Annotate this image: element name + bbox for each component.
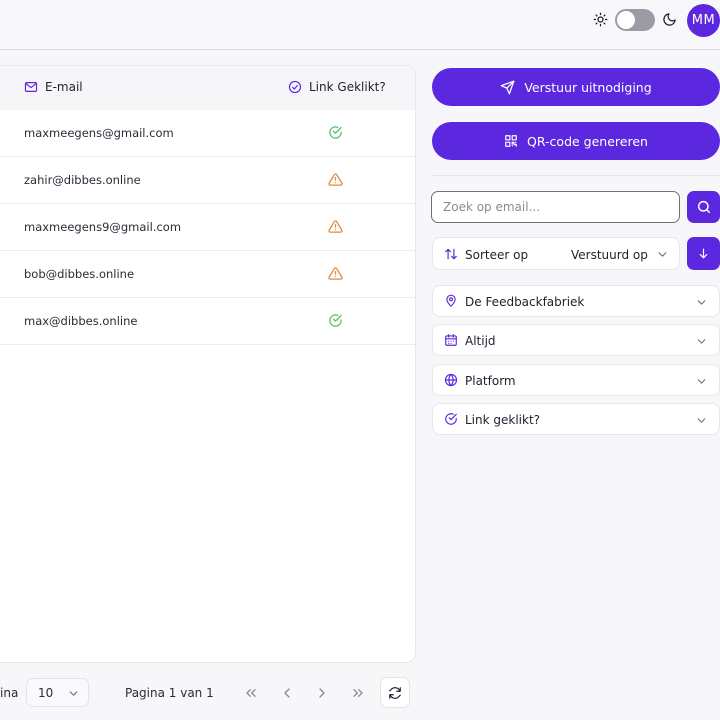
- table-header: E-mail Link Geklikt?: [0, 66, 415, 110]
- check-circle-icon: [288, 80, 302, 94]
- rows-per-page-value: 10: [38, 686, 54, 700]
- column-header-email-label: E-mail: [45, 80, 83, 94]
- map-pin-icon: [444, 294, 458, 308]
- search-button[interactable]: [687, 191, 720, 223]
- chevron-down-icon: [695, 335, 708, 348]
- qr-code-label: QR-code genereren: [527, 133, 648, 149]
- table-row: zahir@dibbes.online: [0, 157, 415, 204]
- email-cell: bob@dibbes.online: [24, 267, 135, 281]
- chevrons-left-icon: [243, 685, 259, 701]
- arrow-down-icon: [697, 247, 710, 260]
- email-cell: max@dibbes.online: [24, 314, 138, 328]
- globe-icon: [444, 373, 458, 387]
- calendar-icon: [444, 333, 458, 347]
- table-row: max@dibbes.online: [0, 298, 415, 345]
- rows-per-page-select[interactable]: 10: [26, 678, 89, 707]
- sort-value: Verstuurd op: [571, 248, 648, 262]
- warning-triangle-icon: [328, 219, 343, 234]
- chevron-down-icon: [695, 296, 708, 309]
- column-header-link-clicked-label: Link Geklikt?: [309, 80, 386, 94]
- send-icon: [500, 80, 515, 95]
- send-invite-label: Verstuur uitnodiging: [524, 79, 652, 95]
- warning-triangle-icon: [328, 266, 343, 281]
- next-page-button[interactable]: [309, 680, 335, 706]
- filter-link-clicked[interactable]: Link geklikt?: [432, 403, 720, 435]
- sort-label: Sorteer op: [465, 248, 529, 262]
- check-circle-icon: [328, 125, 343, 140]
- last-page-button[interactable]: [345, 680, 371, 706]
- chevron-left-icon: [279, 685, 295, 701]
- filter-location[interactable]: De Feedbackfabriek: [432, 285, 720, 317]
- mail-icon: [24, 80, 38, 94]
- previous-page-button[interactable]: [274, 680, 300, 706]
- refresh-icon: [388, 686, 402, 700]
- send-invite-button[interactable]: Verstuur uitnodiging: [432, 68, 720, 106]
- warning-triangle-icon: [328, 172, 343, 187]
- qr-code-icon: [504, 134, 518, 148]
- rows-per-page-label: ina: [0, 686, 19, 700]
- chevron-down-icon: [67, 687, 80, 700]
- filter-period[interactable]: Altijd: [432, 324, 720, 356]
- page-info: Pagina 1 van 1: [125, 686, 214, 700]
- qr-code-button[interactable]: QR-code genereren: [432, 122, 720, 160]
- chevron-down-icon: [656, 248, 669, 261]
- filter-link-clicked-label: Link geklikt?: [465, 413, 541, 427]
- first-page-button[interactable]: [238, 680, 264, 706]
- check-circle-icon: [444, 412, 458, 426]
- search-input[interactable]: [431, 191, 680, 223]
- sort-direction-button[interactable]: [687, 237, 720, 270]
- search-icon: [696, 199, 712, 215]
- panel-divider: [432, 175, 720, 176]
- column-header-email[interactable]: E-mail: [24, 80, 83, 94]
- email-cell: maxmeegens@gmail.com: [24, 126, 174, 140]
- table-row: maxmeegens@gmail.com: [0, 110, 415, 157]
- theme-toggle[interactable]: [615, 9, 655, 31]
- table-row: maxmeegens9@gmail.com: [0, 204, 415, 251]
- sun-icon: [593, 12, 608, 27]
- invitations-table: E-mail Link Geklikt? maxmeegens@gmail.co…: [0, 65, 416, 663]
- table-row: bob@dibbes.online: [0, 251, 415, 298]
- chevron-right-icon: [314, 685, 330, 701]
- sort-select[interactable]: Sorteer op Verstuurd op: [432, 237, 680, 270]
- check-circle-icon: [328, 313, 343, 328]
- moon-icon: [662, 12, 677, 27]
- avatar[interactable]: MM: [687, 4, 720, 37]
- chevron-down-icon: [695, 414, 708, 427]
- chevrons-right-icon: [350, 685, 366, 701]
- column-header-link-clicked[interactable]: Link Geklikt?: [288, 80, 386, 94]
- filter-platform[interactable]: Platform: [432, 364, 720, 396]
- sort-arrows-icon: [444, 247, 458, 261]
- filter-period-label: Altijd: [465, 334, 496, 348]
- email-cell: maxmeegens9@gmail.com: [24, 220, 182, 234]
- theme-toggle-knob: [617, 11, 635, 29]
- chevron-down-icon: [695, 375, 708, 388]
- top-bar: MM: [0, 0, 720, 50]
- email-cell: zahir@dibbes.online: [24, 173, 141, 187]
- refresh-button[interactable]: [380, 677, 410, 708]
- filter-location-label: De Feedbackfabriek: [465, 295, 585, 309]
- filter-platform-label: Platform: [465, 374, 516, 388]
